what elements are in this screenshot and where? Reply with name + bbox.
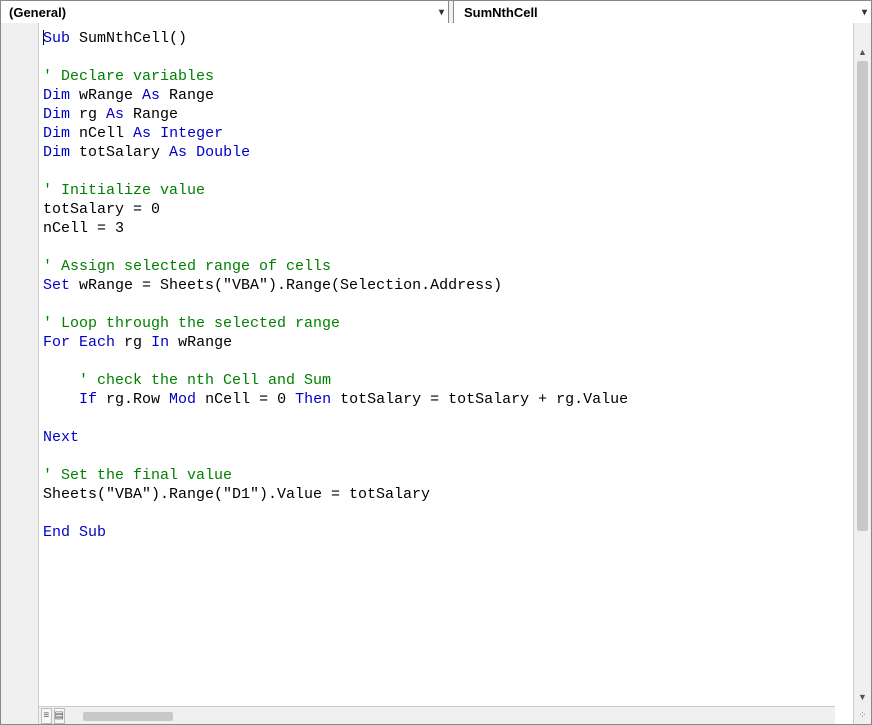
code-token: ' Initialize value [43, 182, 205, 199]
code-token [187, 144, 196, 161]
code-token: Range [124, 106, 178, 123]
scroll-up-button[interactable]: ▲ [854, 43, 871, 61]
code-token: As [133, 125, 151, 142]
code-token: rg.Row [97, 391, 169, 408]
code-token: Next [43, 429, 79, 446]
vertical-scrollbar-track[interactable] [854, 61, 871, 688]
resize-grip[interactable]: ⁘ [854, 706, 871, 724]
code-token: Then [295, 391, 331, 408]
code-token: For [43, 334, 70, 351]
code-token: As [142, 87, 160, 104]
bottom-bar: ≡ ▤ [39, 706, 835, 724]
horizontal-scrollbar[interactable] [75, 710, 835, 722]
code-token: In [151, 334, 169, 351]
code-token: ' check the nth Cell and Sum [79, 372, 331, 389]
procedure-dropdown-label: SumNthCell [464, 5, 538, 20]
code-token: Sub [79, 524, 106, 541]
code-token: wRange [70, 87, 142, 104]
code-token: Range [160, 87, 214, 104]
code-area: Sub SumNthCell() ' Declare variables Dim… [39, 23, 853, 724]
scope-dropdown[interactable]: (General) ▾ [1, 1, 448, 23]
code-token: Each [79, 334, 115, 351]
vba-editor-window: (General) ▾ SumNthCell ▾ Sub SumNthCell(… [0, 0, 872, 725]
margin-indicator-bar[interactable] [1, 23, 39, 724]
code-token: nCell [70, 125, 133, 142]
code-token: Dim [43, 106, 70, 123]
scroll-down-button[interactable]: ▼ [854, 688, 871, 706]
code-area-wrap: Sub SumNthCell() ' Declare variables Dim… [1, 23, 871, 724]
full-module-view-button[interactable]: ▤ [54, 708, 65, 724]
code-token: nCell = 3 [43, 220, 124, 237]
code-token [43, 391, 79, 408]
code-token: Dim [43, 87, 70, 104]
code-area-inner: Sub SumNthCell() ' Declare variables Dim… [39, 23, 853, 706]
code-token: totSalary [70, 144, 169, 161]
procedure-view-button[interactable]: ≡ [41, 708, 52, 724]
code-token: Integer [160, 125, 223, 142]
code-token [70, 524, 79, 541]
code-token [70, 334, 79, 351]
code-token: rg [70, 106, 106, 123]
procedure-dropdown[interactable]: SumNthCell ▾ [454, 1, 871, 23]
code-token: Double [196, 144, 250, 161]
code-token: Sheets("VBA").Range("D1").Value = totSal… [43, 486, 430, 503]
code-token [151, 125, 160, 142]
code-token: ' Loop through the selected range [43, 315, 340, 332]
code-token: End [43, 524, 70, 541]
code-token: Set [43, 277, 70, 294]
code-token: Mod [169, 391, 196, 408]
scope-dropdown-label: (General) [9, 5, 66, 20]
arrow-down-icon: ▼ [858, 692, 867, 702]
code-token: ' Assign selected range of cells [43, 258, 331, 275]
horizontal-scrollbar-thumb[interactable] [83, 712, 173, 721]
resize-grip-icon: ⁘ [858, 710, 866, 721]
code-token: ' Declare variables [43, 68, 214, 85]
code-token: SumNthCell() [70, 30, 187, 47]
code-token: totSalary = 0 [43, 201, 160, 218]
code-token: ' Set the final value [43, 467, 232, 484]
code-token: As [106, 106, 124, 123]
code-token: Dim [43, 125, 70, 142]
code-token: As [169, 144, 187, 161]
code-token: wRange [169, 334, 232, 351]
chevron-down-icon: ▾ [439, 7, 444, 18]
code-token: If [79, 391, 97, 408]
code-editor[interactable]: Sub SumNthCell() ' Declare variables Dim… [39, 23, 853, 546]
full-module-view-icon: ▤ [55, 710, 64, 721]
vertical-scrollbar-thumb[interactable] [857, 61, 868, 531]
code-token: rg [115, 334, 151, 351]
vertical-scrollbar[interactable]: ▲ ▼ ⁘ [853, 23, 871, 724]
code-token: nCell = 0 [196, 391, 295, 408]
code-token: Sub [43, 30, 70, 47]
top-dropdown-bar: (General) ▾ SumNthCell ▾ [1, 1, 871, 23]
code-token: totSalary = totSalary + rg.Value [331, 391, 628, 408]
code-token: wRange = Sheets("VBA").Range(Selection.A… [70, 277, 502, 294]
procedure-view-icon: ≡ [43, 710, 49, 721]
scrollbar-split-handle[interactable] [854, 23, 871, 43]
code-token: Dim [43, 144, 70, 161]
code-token [43, 372, 79, 389]
chevron-down-icon: ▾ [862, 7, 867, 18]
arrow-up-icon: ▲ [858, 47, 867, 57]
